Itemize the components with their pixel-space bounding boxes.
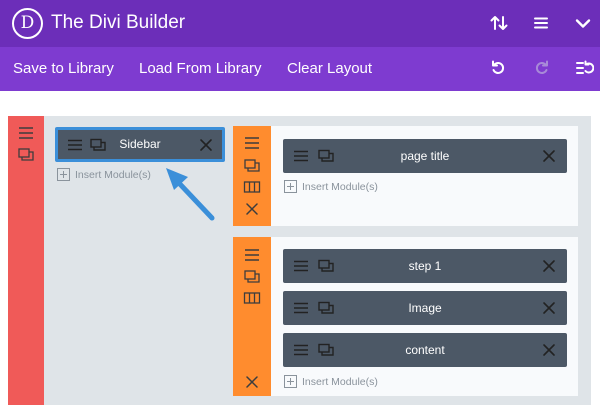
module-settings-icon[interactable] xyxy=(90,137,106,153)
section-settings-bar xyxy=(8,116,44,405)
insert-module-button[interactable]: Insert Module(s) xyxy=(284,375,404,389)
row-columns-icon[interactable] xyxy=(243,178,261,196)
sidebar-module[interactable]: Sidebar xyxy=(55,127,225,162)
insert-module-button[interactable]: Insert Module(s) xyxy=(284,180,404,194)
module-image[interactable]: Image xyxy=(283,291,567,325)
load-from-library-button[interactable]: Load From Library xyxy=(139,60,262,78)
save-to-library-button[interactable]: Save to Library xyxy=(13,60,114,78)
row-columns-icon[interactable] xyxy=(243,289,261,307)
module-settings-icon[interactable] xyxy=(318,258,334,274)
insert-module-label: Insert Module(s) xyxy=(302,376,378,388)
row-delete-icon[interactable] xyxy=(243,373,261,391)
insert-module-label: Insert Module(s) xyxy=(302,181,378,193)
module-delete-icon[interactable] xyxy=(541,258,557,274)
clear-layout-button[interactable]: Clear Layout xyxy=(287,60,372,78)
module-step-1[interactable]: step 1 xyxy=(283,249,567,283)
annotation-arrow xyxy=(166,168,215,221)
sort-arrows-icon[interactable] xyxy=(488,12,510,34)
module-settings-icon[interactable] xyxy=(318,342,334,358)
module-move-icon[interactable] xyxy=(293,258,309,274)
builder-toolbar: Save to Library Load From Library Clear … xyxy=(0,47,600,91)
insert-module-button[interactable]: Insert Module(s) xyxy=(57,168,177,182)
module-delete-icon[interactable] xyxy=(541,148,557,164)
row-move-icon[interactable] xyxy=(243,246,261,264)
row-move-icon[interactable] xyxy=(243,134,261,152)
module-delete-icon[interactable] xyxy=(541,300,557,316)
module-move-icon[interactable] xyxy=(67,137,83,153)
module-content[interactable]: content xyxy=(283,333,567,367)
plus-icon xyxy=(284,180,297,193)
plus-icon xyxy=(57,168,70,181)
module-delete-icon[interactable] xyxy=(541,342,557,358)
section-move-icon[interactable] xyxy=(17,124,35,142)
app-title: The Divi Builder xyxy=(51,12,186,33)
module-move-icon[interactable] xyxy=(293,148,309,164)
builder-header: D The Divi Builder xyxy=(0,0,600,47)
insert-module-label: Insert Module(s) xyxy=(75,169,151,181)
module-delete-icon[interactable] xyxy=(198,137,214,153)
module-page-title[interactable]: page title xyxy=(283,139,567,173)
chevron-down-icon[interactable] xyxy=(572,12,594,34)
module-move-icon[interactable] xyxy=(293,342,309,358)
module-move-icon[interactable] xyxy=(293,300,309,316)
divi-logo: D xyxy=(12,8,43,39)
module-settings-icon[interactable] xyxy=(318,300,334,316)
row-settings-bar xyxy=(233,126,271,226)
plus-icon xyxy=(284,375,297,388)
redo-icon[interactable] xyxy=(532,58,552,78)
hamburger-menu-icon[interactable] xyxy=(530,12,552,34)
row-delete-icon[interactable] xyxy=(243,200,261,218)
row-settings-bar xyxy=(233,237,271,396)
row-settings-icon[interactable] xyxy=(243,268,261,286)
history-icon[interactable] xyxy=(574,58,594,78)
row-settings-icon[interactable] xyxy=(243,157,261,175)
undo-icon[interactable] xyxy=(488,58,508,78)
section-settings-icon[interactable] xyxy=(17,146,35,164)
module-settings-icon[interactable] xyxy=(318,148,334,164)
